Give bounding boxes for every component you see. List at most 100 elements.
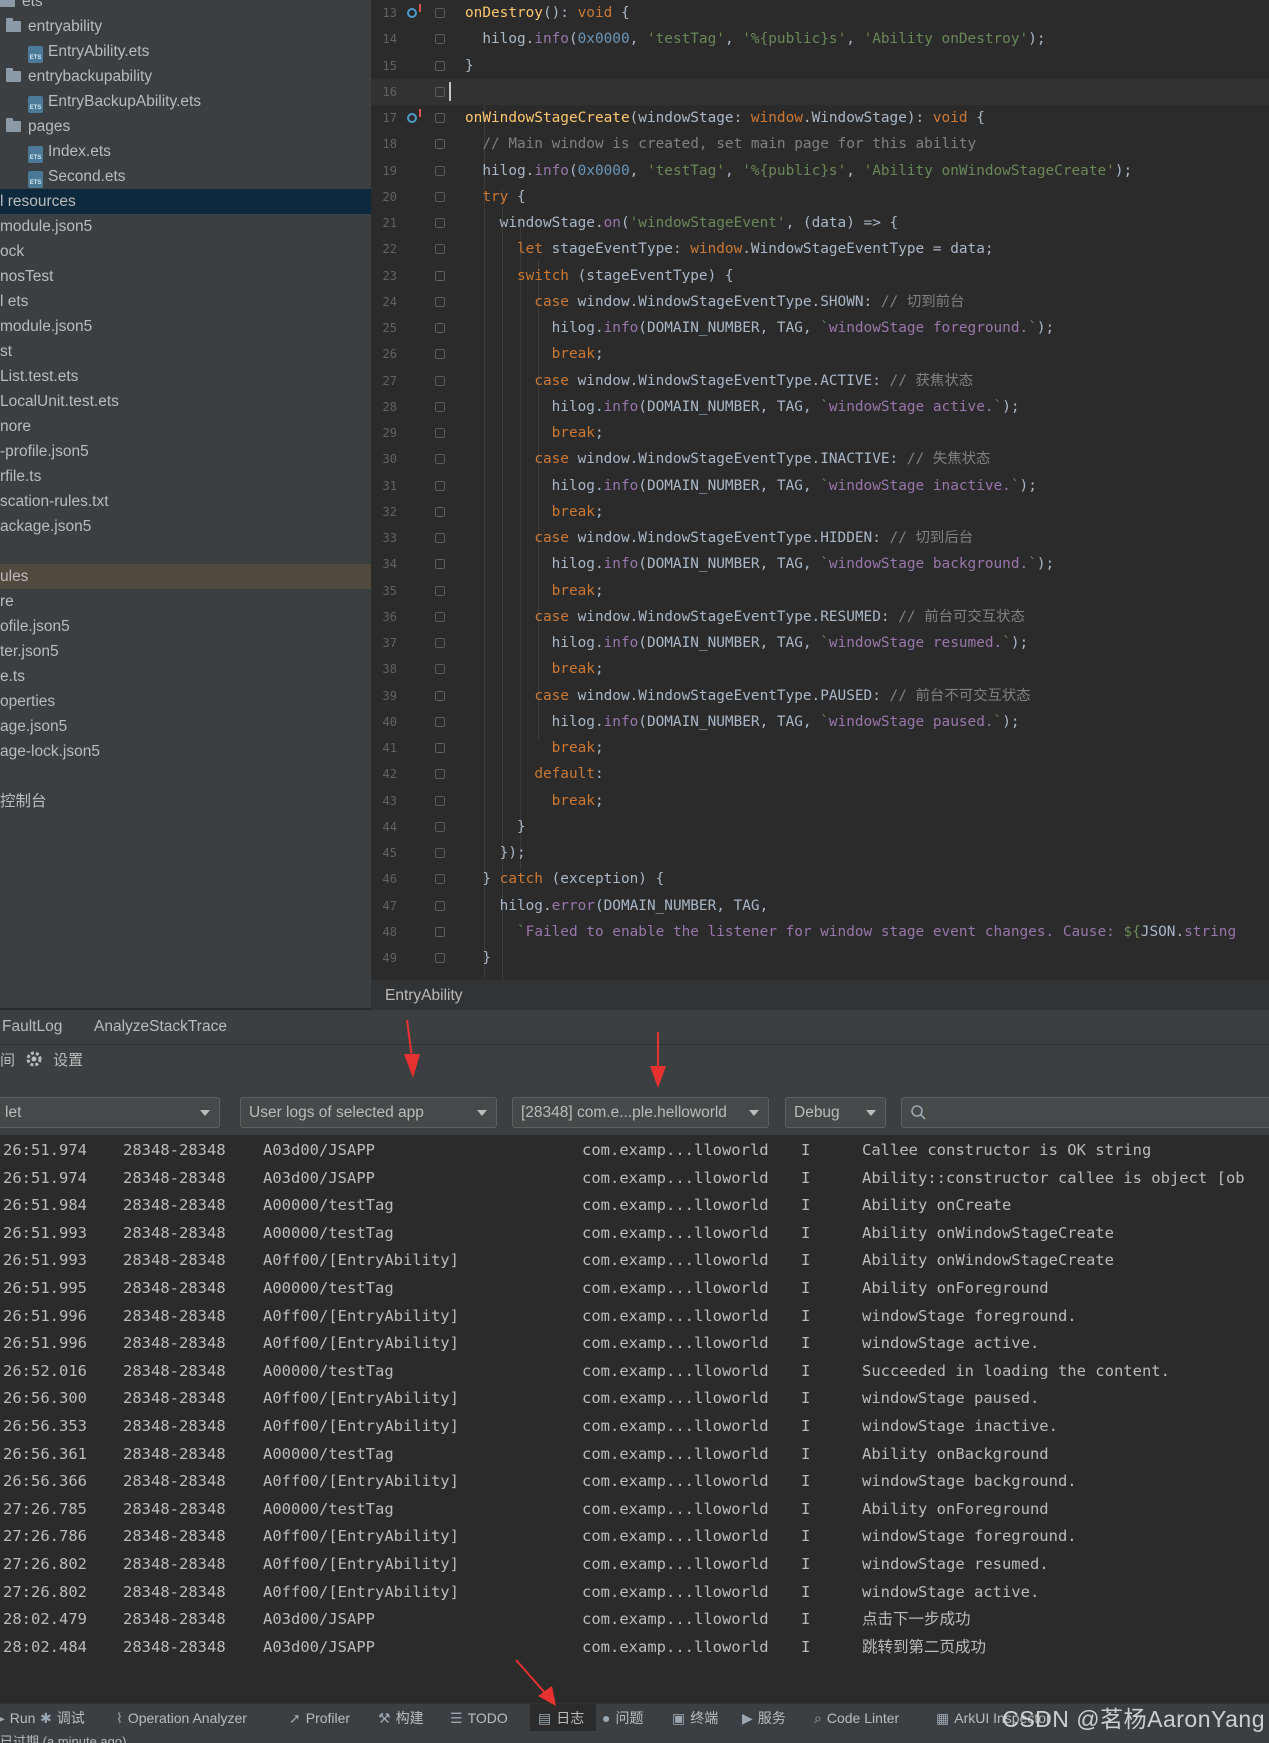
log-list[interactable]: 26:51.974 28348-28348 A03d00/JSAPP com.exam… [0,1137,1269,1677]
code-line[interactable]: onWindowStageCreate(windowStage: window.… [465,105,985,131]
device-select[interactable]: let [0,1097,220,1128]
tree-item[interactable]: ETS EntryAbility.ets [0,39,371,64]
code-line[interactable]: case window.WindowStageEventType.INACTIV… [465,446,990,472]
fold-marker-icon[interactable] [435,191,445,202]
code-line[interactable]: let stageEventType: window.WindowStageEv… [465,236,994,262]
tool-window-build[interactable]: ⚒ 构建 [378,1704,424,1732]
tree-item[interactable]: nosTest [0,264,371,289]
tool-window-info[interactable]: ● 问题 [602,1704,643,1732]
fold-marker-icon[interactable] [435,86,445,97]
fold-marker-icon[interactable] [435,611,445,622]
log-row[interactable]: 26:51.993 28348-28348 A0ff00/[EntryAbility… [0,1247,1269,1275]
tool-window-run[interactable]: ▶Run [0,1704,35,1732]
fold-marker-icon[interactable] [435,244,445,255]
tool-window-debug[interactable]: ✱ 调试 [40,1704,85,1732]
fold-marker-icon[interactable] [435,8,445,18]
code-line[interactable]: try { [465,184,525,210]
code-line[interactable]: case window.WindowStageEventType.ACTIVE:… [465,368,973,394]
tree-item[interactable]: ETS EntryBackupAbility.ets [0,89,371,114]
fold-marker-icon[interactable] [435,769,445,780]
log-row[interactable]: 26:51.993 28348-28348 A00000/testTag com.ex… [0,1220,1269,1248]
fold-marker-icon[interactable] [435,270,445,281]
fold-marker-icon[interactable] [435,375,445,386]
tree-item[interactable]: module.json5 [0,314,371,339]
fold-marker-icon[interactable] [435,795,445,806]
fold-marker-icon[interactable] [435,165,445,176]
tree-item[interactable]: ter.json5 [0,639,371,664]
tool-window-terminal[interactable]: ▣ 终端 [672,1704,718,1732]
log-row[interactable]: 26:56.300 28348-28348 A0ff00/[EntryAbility… [0,1385,1269,1413]
code-line[interactable]: hilog.info(0x0000, 'testTag', '%{public}… [465,158,1132,184]
code-line[interactable]: break; [465,788,604,814]
code-line[interactable]: break; [465,341,604,367]
fold-marker-icon[interactable] [435,139,445,150]
tree-item[interactable]: operties [0,689,371,714]
fold-marker-icon[interactable] [435,926,445,937]
log-scope-select[interactable]: User logs of selected app [240,1097,497,1128]
code-line[interactable]: onDestroy(): void { [465,0,630,26]
code-line[interactable]: // Main window is created, set main page… [465,131,976,157]
code-line[interactable]: hilog.error(DOMAIN_NUMBER, TAG, [465,893,769,919]
fold-marker-icon[interactable] [435,716,445,727]
code-line[interactable]: hilog.info(DOMAIN_NUMBER, TAG, `windowSt… [465,551,1055,577]
fold-marker-icon[interactable] [435,690,445,701]
fold-marker-icon[interactable] [435,585,445,596]
code-line[interactable]: } [465,945,491,971]
tree-item[interactable]: re [0,589,371,614]
tree-item[interactable]: ules [0,564,371,589]
process-select[interactable]: [28348] com.e...ple.helloworld [512,1097,769,1128]
log-row[interactable]: 26:51.996 28348-28348 A0ff00/[EntryAbility… [0,1330,1269,1358]
log-row[interactable]: 26:51.984 28348-28348 A00000/testTag com.ex… [0,1192,1269,1220]
code-line[interactable]: hilog.info(DOMAIN_NUMBER, TAG, `windowSt… [465,473,1037,499]
fold-marker-icon[interactable] [435,664,445,675]
code-line[interactable]: hilog.info(DOMAIN_NUMBER, TAG, `windowSt… [465,315,1055,341]
fold-marker-icon[interactable] [435,821,445,832]
code-line[interactable]: default: [465,761,603,787]
log-row[interactable]: 26:51.996 28348-28348 A0ff00/[EntryAbility… [0,1303,1269,1331]
tree-item[interactable]: scation-rules.txt [0,489,371,514]
fold-marker-icon[interactable] [435,533,445,543]
override-marker-icon[interactable] [407,109,421,123]
code-line[interactable]: }); [465,840,526,866]
code-line[interactable]: case window.WindowStageEventType.SHOWN: … [465,289,964,315]
tree-item[interactable]: ets [0,0,371,14]
tree-item[interactable]: ETS Index.ets [0,139,371,164]
code-line[interactable]: hilog.info(DOMAIN_NUMBER, TAG, `windowSt… [465,394,1020,420]
tree-item[interactable]: ock [0,239,371,264]
code-line[interactable]: switch (stageEventType) { [465,263,734,289]
fold-marker-icon[interactable] [435,848,445,858]
breadcrumb-label[interactable]: EntryAbility [385,987,463,1004]
tree-item[interactable]: pages [0,114,371,139]
code-line[interactable]: break; [465,656,604,682]
fold-marker-icon[interactable] [435,323,445,333]
code-line[interactable]: hilog.info(DOMAIN_NUMBER, TAG, `windowSt… [465,630,1029,656]
log-row[interactable]: 26:51.995 28348-28348 A00000/testTag com.ex… [0,1275,1269,1303]
tree-item[interactable]: ETS Second.ets [0,164,371,189]
tree-item[interactable]: entryability [0,14,371,39]
fold-marker-icon[interactable] [435,401,445,412]
tree-item[interactable] [0,764,371,789]
tab-faultlog[interactable]: FaultLog [2,1010,62,1044]
tree-item[interactable]: age.json5 [0,714,371,739]
editor-breadcrumb[interactable]: EntryAbility [371,980,1269,1010]
log-row[interactable]: 26:52.016 28348-28348 A00000/testTag com.ex… [0,1358,1269,1386]
code-line[interactable]: hilog.info(DOMAIN_NUMBER, TAG, `windowSt… [465,709,1020,735]
tree-item[interactable]: 控制台 [0,789,371,814]
code-line[interactable]: case window.WindowStageEventType.PAUSED:… [465,683,1030,709]
log-row[interactable]: 27:26.785 28348-28348 A00000/testTag com.ex… [0,1496,1269,1524]
log-row[interactable]: 27:26.802 28348-28348 A0ff00/[EntryAbility… [0,1579,1269,1607]
log-row[interactable]: 28:02.479 28348-28348 A03d00/JSAPP com.exam… [0,1606,1269,1634]
log-row[interactable]: 28:02.484 28348-28348 A03d00/JSAPP com.exam… [0,1634,1269,1662]
tree-item[interactable]: l resources [0,189,371,214]
code-line[interactable]: break; [465,578,604,604]
tree-item[interactable]: rfile.ts [0,464,371,489]
code-line[interactable]: } [465,53,474,79]
fold-marker-icon[interactable] [435,428,445,438]
tree-item[interactable]: module.json5 [0,214,371,239]
tool-window-chart[interactable]: ⌇ Operation Analyzer [116,1704,247,1732]
fold-marker-icon[interactable] [435,559,445,570]
tree-item[interactable]: e.ts [0,664,371,689]
fold-marker-icon[interactable] [435,454,445,465]
tree-item[interactable]: nore [0,414,371,439]
code-line[interactable]: break; [465,735,604,761]
